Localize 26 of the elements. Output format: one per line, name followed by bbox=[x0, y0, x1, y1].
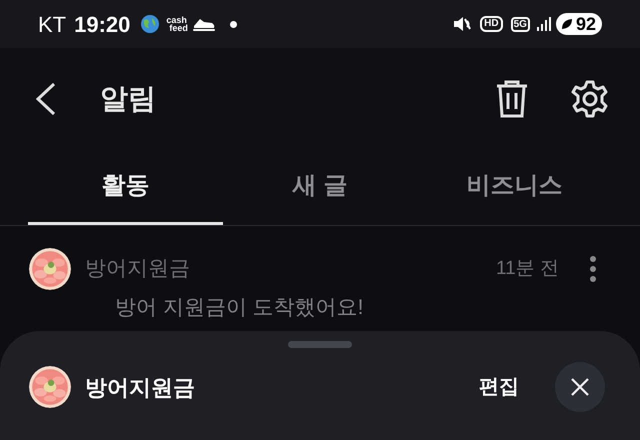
tab[interactable]: 새 글 bbox=[222, 150, 418, 225]
battery-indicator: 92 bbox=[556, 13, 602, 35]
time-label: 11분 전 bbox=[496, 256, 559, 281]
signal-icon bbox=[536, 16, 552, 32]
page-title: 알림 bbox=[100, 82, 156, 116]
mute-icon bbox=[452, 15, 472, 33]
carrier-label: KT bbox=[38, 10, 66, 38]
trash-icon[interactable] bbox=[494, 80, 530, 118]
notification-message: 방어 지원금이 도착했어요! bbox=[115, 296, 365, 320]
network-label: 5G bbox=[510, 16, 530, 32]
settings-icon[interactable] bbox=[570, 79, 610, 119]
sender-name: 방어지원금 bbox=[85, 256, 190, 282]
sheet-title: 방어지원금 bbox=[85, 374, 195, 402]
more-icon[interactable] bbox=[589, 255, 597, 283]
close-button[interactable] bbox=[555, 362, 605, 412]
app-logo: cash feed bbox=[166, 16, 188, 32]
clock: 19:20 bbox=[74, 10, 130, 38]
back-icon[interactable] bbox=[34, 82, 58, 116]
shoe-icon bbox=[192, 16, 216, 32]
hd-icon: HD bbox=[480, 16, 503, 32]
tab[interactable]: 활동 bbox=[28, 150, 223, 225]
edit-button[interactable]: 편집 bbox=[479, 372, 519, 402]
globe-icon bbox=[140, 14, 160, 34]
tab[interactable]: 비즈니스 bbox=[417, 150, 612, 225]
close-icon bbox=[570, 377, 590, 397]
drag-handle[interactable] bbox=[288, 341, 352, 348]
